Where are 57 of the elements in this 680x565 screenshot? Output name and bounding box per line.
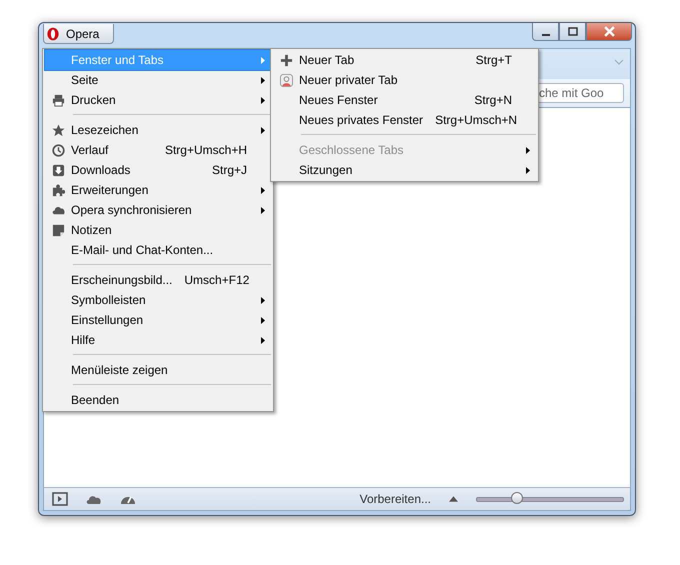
menu-item[interactable]: Seite — [45, 70, 271, 90]
opera-menu-button[interactable]: Opera — [43, 24, 114, 44]
submenu-arrow-icon — [261, 316, 265, 324]
shortcut-text: Umsch+F12 — [184, 273, 250, 287]
submenu-arrow-icon — [261, 96, 265, 104]
menu-item[interactable]: Opera synchronisieren — [45, 200, 271, 220]
maximize-icon — [568, 26, 578, 36]
menu-item[interactable]: Symbolleisten — [45, 290, 271, 310]
submenu-arrow-icon — [261, 56, 265, 64]
menu-item[interactable]: Drucken — [45, 90, 271, 110]
submenu-arrow-icon — [261, 76, 265, 84]
menu-item[interactable]: Sitzungen — [273, 160, 536, 180]
shortcut-text: Strg+Umsch+H — [164, 143, 247, 157]
menu-item[interactable]: Neues Fenster Strg+N — [273, 90, 536, 110]
shortcut-text: Strg+J — [212, 163, 247, 177]
zoom-slider[interactable] — [476, 492, 624, 506]
maximize-button[interactable] — [559, 23, 586, 41]
menu-item[interactable]: Menüleiste zeigen — [45, 360, 271, 380]
close-button[interactable] — [586, 23, 632, 41]
menu-item[interactable]: Lesezeichen — [45, 120, 271, 140]
menu-item[interactable]: Hilfe — [45, 330, 271, 350]
submenu-arrow-icon — [526, 146, 530, 154]
clock-icon — [52, 144, 64, 156]
note-icon — [52, 224, 64, 236]
menu-item[interactable]: E-Mail- und Chat-Konten... — [45, 240, 271, 260]
panel-icon[interactable] — [52, 492, 68, 506]
menu-item[interactable]: Neuer Tab Strg+T — [273, 50, 536, 70]
download-icon — [52, 164, 64, 176]
menu-item[interactable]: Einstellungen — [45, 310, 271, 330]
star-icon — [52, 124, 64, 136]
status-text: Vorbereiten... — [360, 492, 431, 506]
menu-item[interactable]: Erscheinungsbild... Umsch+F12 — [45, 270, 271, 290]
shortcut-text: Strg+N — [474, 93, 512, 107]
menu-item[interactable]: Downloads Strg+J — [45, 160, 271, 180]
menu-item[interactable]: Erweiterungen — [45, 180, 271, 200]
menu-item[interactable]: Notizen — [45, 220, 271, 240]
submenu-arrow-icon — [261, 296, 265, 304]
minimize-icon — [542, 34, 550, 36]
menu-item[interactable]: Neues privates Fenster Strg+Umsch+N — [273, 110, 536, 130]
menu-item[interactable]: Verlauf Strg+Umsch+H — [45, 140, 271, 160]
menu-item[interactable]: Neuer privater Tab — [273, 70, 536, 90]
submenu-arrow-icon — [526, 166, 530, 174]
printer-icon — [52, 94, 64, 106]
menu-item[interactable]: Beenden — [45, 390, 271, 410]
submenu-arrow-icon — [261, 206, 265, 214]
private-person-icon — [280, 74, 292, 86]
submenu-arrow-icon — [261, 186, 265, 194]
close-icon — [604, 26, 614, 37]
shortcut-text: Strg+T — [476, 53, 512, 67]
submenu-arrow-icon — [261, 336, 265, 344]
puzzle-icon — [52, 184, 64, 196]
minimize-button[interactable] — [532, 23, 559, 41]
logo-icon — [46, 26, 60, 42]
shortcut-text: Strg+Umsch+N — [435, 113, 518, 127]
up-arrow-icon[interactable] — [449, 496, 458, 502]
plus-icon — [280, 54, 292, 66]
submenu-arrow-icon — [261, 126, 265, 134]
